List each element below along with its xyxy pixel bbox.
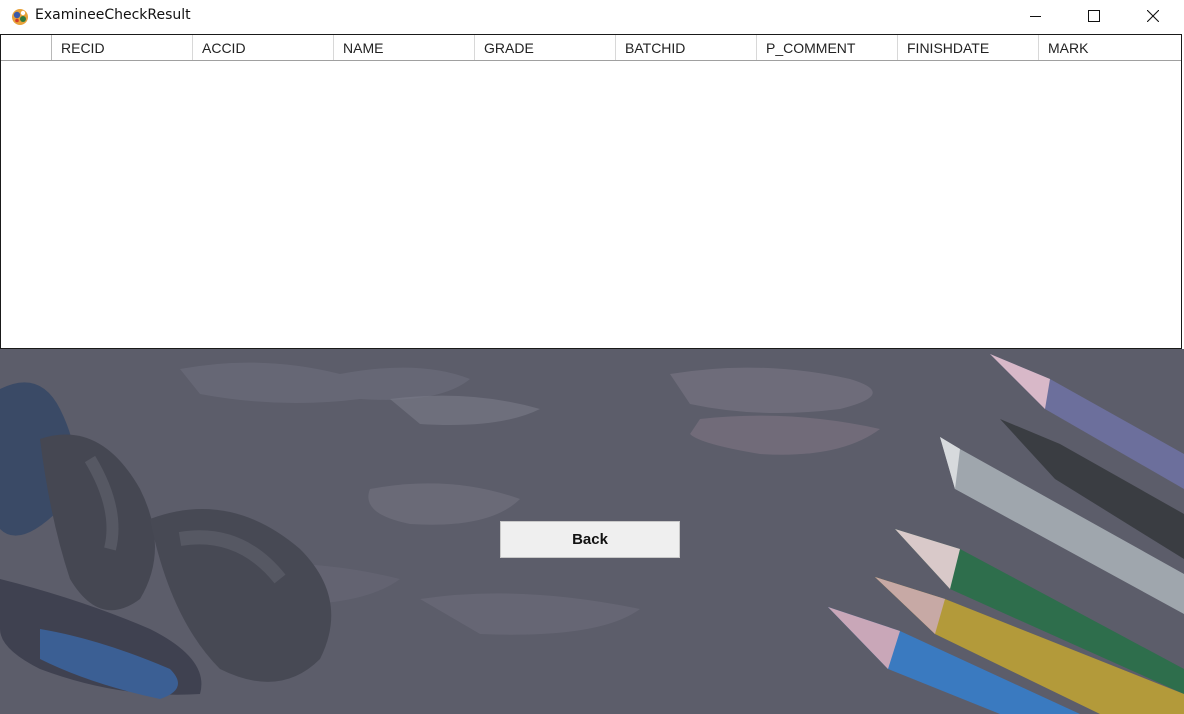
back-button[interactable]: Back	[500, 521, 680, 558]
maximize-button[interactable]	[1065, 0, 1123, 31]
results-grid[interactable]: RECID ACCID NAME GRADE BATCHID P_COMMENT…	[0, 34, 1182, 349]
column-header-grade[interactable]: GRADE	[475, 35, 616, 60]
column-header-mark[interactable]: MARK	[1039, 35, 1181, 60]
column-header-p-comment[interactable]: P_COMMENT	[757, 35, 898, 60]
window-title: ExamineeCheckResult	[35, 7, 191, 23]
grid-header: RECID ACCID NAME GRADE BATCHID P_COMMENT…	[1, 35, 1181, 61]
column-header-batchid[interactable]: BATCHID	[616, 35, 757, 60]
column-header-finishdate[interactable]: FINISHDATE	[898, 35, 1039, 60]
close-icon	[1147, 9, 1159, 22]
column-header-name[interactable]: NAME	[334, 35, 475, 60]
column-header-accid[interactable]: ACCID	[193, 35, 334, 60]
minimize-icon	[1030, 15, 1041, 17]
close-button[interactable]	[1124, 0, 1182, 31]
app-icon	[12, 9, 28, 25]
column-header-recid[interactable]: RECID	[52, 35, 193, 60]
title-bar: ExamineeCheckResult	[0, 0, 1184, 31]
maximize-icon	[1088, 9, 1100, 22]
minimize-button[interactable]	[1007, 0, 1065, 31]
row-header-corner[interactable]	[1, 35, 52, 60]
